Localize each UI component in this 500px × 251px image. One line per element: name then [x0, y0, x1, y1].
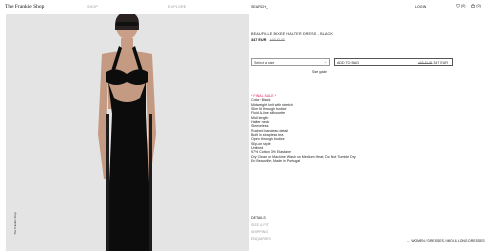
breadcrumb[interactable]: ← WOMEN / DRESSES / MIDI & LONG DRESSES	[407, 239, 485, 243]
site-header: The Frankie Shop SHOP EXPLORE SEARCH_ LO…	[0, 0, 500, 14]
brand-logo[interactable]: The Frankie Shop	[5, 4, 44, 10]
section-enquiries[interactable]: ENQUIRIES	[251, 237, 271, 241]
add-to-bag-price-now: 347 EUR	[433, 60, 448, 65]
nav-shop[interactable]: SHOP	[87, 5, 98, 9]
chevron-down-icon: ⌄	[323, 60, 327, 65]
product-description: * FINAL SALE * Color: Black Midweight kn…	[251, 94, 356, 164]
search-input[interactable]: SEARCH_	[251, 5, 268, 9]
add-to-bag-price: 495 EUR 347 EUR	[418, 61, 448, 65]
nav-explore[interactable]: EXPLORE	[168, 5, 186, 9]
vertical-brand: The Frankie Shop	[13, 212, 17, 235]
model-illustration	[98, 14, 156, 251]
size-guide-link[interactable]: Size guide	[312, 70, 327, 74]
add-to-bag-label: ADD TO BAG	[337, 60, 360, 65]
section-shipping[interactable]: SHIPPING	[251, 230, 268, 234]
price-now: 347 EUR	[251, 38, 267, 42]
header-icons: (0) (0)	[456, 4, 481, 8]
size-select[interactable]: Select a size ⌄	[251, 58, 330, 66]
bag-icon	[471, 4, 476, 8]
wishlist-button[interactable]: (0)	[456, 4, 465, 8]
product-title: BEAUFILLE BIXEE HALTER DRESS - BLACK	[251, 32, 334, 36]
detail-line: En Beauville; Made in Portugal	[251, 159, 301, 164]
size-placeholder: Select a size	[254, 60, 275, 65]
wishlist-count: (0)	[461, 4, 466, 8]
add-to-bag-price-was: 495 EUR	[417, 60, 433, 65]
product-price: 347 EUR 495 EUR	[251, 38, 285, 42]
price-was: 495 EUR	[269, 38, 285, 42]
add-to-bag-button[interactable]: ADD TO BAG 495 EUR 347 EUR	[334, 58, 453, 66]
product-image[interactable]: The Frankie Shop	[6, 14, 249, 251]
heart-icon	[456, 4, 460, 8]
bag-count: (0)	[476, 4, 481, 8]
bag-button[interactable]: (0)	[471, 4, 481, 8]
section-details[interactable]: DETAILS	[251, 216, 266, 220]
login-link[interactable]: LOGIN	[415, 5, 426, 9]
section-size-fit[interactable]: SIZE & FIT	[251, 223, 269, 227]
